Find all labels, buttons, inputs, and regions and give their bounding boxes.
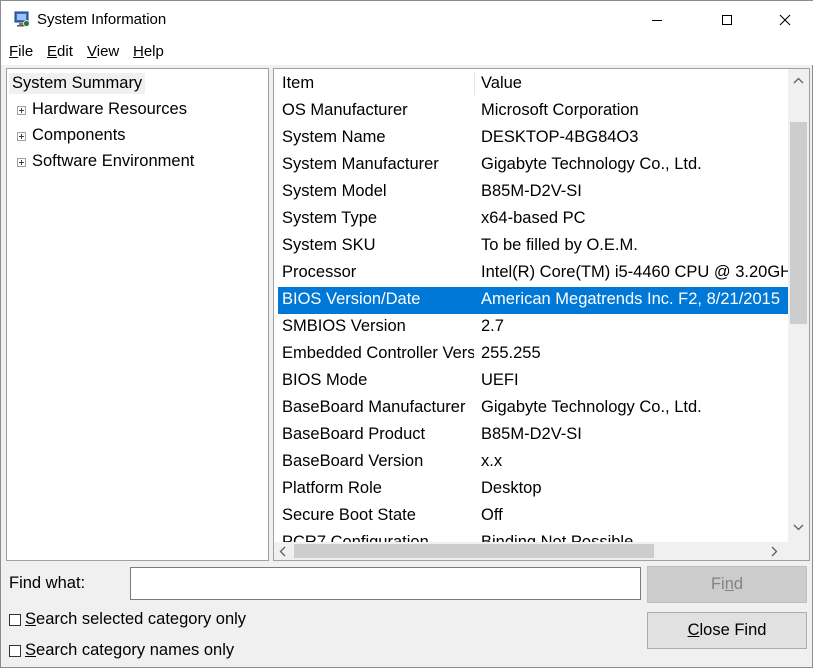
search-category-names-checkbox[interactable] xyxy=(9,644,21,657)
scrollbar-corner xyxy=(788,542,809,560)
scroll-down-icon[interactable] xyxy=(793,524,804,531)
menu-view[interactable]: View xyxy=(87,43,119,60)
table-row[interactable]: System Manufacturer Gigabyte Technology C… xyxy=(278,152,788,179)
table-row[interactable]: BIOS Mode UEFI xyxy=(278,368,788,395)
table-row[interactable]: Secure Boot State Off xyxy=(278,503,788,530)
system-information-icon xyxy=(14,11,30,27)
title-bar[interactable]: System Information xyxy=(1,1,814,39)
expand-icon[interactable] xyxy=(17,158,26,167)
maximize-button[interactable] xyxy=(704,1,750,39)
list-rows: OS Manufacturer Microsoft Corporation Sys… xyxy=(274,98,788,542)
expand-icon[interactable] xyxy=(17,106,26,115)
table-row[interactable]: System Model B85M-D2V-SI xyxy=(278,179,788,206)
table-row[interactable]: OS Manufacturer Microsoft Corporation xyxy=(278,98,788,125)
find-button[interactable]: Fi n d xyxy=(647,566,807,603)
close-button[interactable] xyxy=(762,1,808,39)
list-header: Item Value xyxy=(274,69,788,98)
menu-help[interactable]: Help xyxy=(133,43,164,60)
tree-item-software-environment[interactable]: Software Environment xyxy=(32,152,194,171)
system-information-window: System Information File Edit View Help S… xyxy=(0,0,814,668)
maximize-icon xyxy=(722,15,732,25)
table-row[interactable]: System Type x64-based PC xyxy=(278,206,788,233)
menu-file[interactable]: File xyxy=(9,43,33,60)
minimize-icon xyxy=(652,20,662,21)
search-selected-category-checkbox[interactable] xyxy=(9,613,21,626)
close-icon xyxy=(779,14,791,26)
details-list[interactable]: Item Value OS Manufacturer Microsoft Corp… xyxy=(273,68,810,561)
scroll-up-icon[interactable] xyxy=(793,77,804,84)
table-row[interactable]: BaseBoard Version x.x xyxy=(278,449,788,476)
table-row[interactable]: System SKU To be filled by O.E.M. xyxy=(278,233,788,260)
horizontal-scroll-thumb[interactable] xyxy=(294,544,654,558)
table-row-selected[interactable]: BIOS Version/Date American Megatrends Inc… xyxy=(278,287,788,314)
expand-icon[interactable] xyxy=(17,132,26,141)
scroll-left-icon[interactable] xyxy=(279,546,286,557)
menu-bar: File Edit View Help xyxy=(1,39,814,65)
column-header-item[interactable]: Item xyxy=(282,74,314,93)
scroll-right-icon[interactable] xyxy=(771,546,778,557)
find-what-label: Find what: xyxy=(9,574,86,592)
column-header-value[interactable]: Value xyxy=(481,74,522,93)
vertical-scrollbar[interactable] xyxy=(788,69,809,542)
category-tree[interactable]: System Summary Hardware Resources Compon… xyxy=(6,68,269,561)
tree-item-components[interactable]: Components xyxy=(32,126,126,145)
table-row[interactable]: BaseBoard Manufacturer Gigabyte Technolog… xyxy=(278,395,788,422)
window-title: System Information xyxy=(37,11,167,28)
menu-edit[interactable]: Edit xyxy=(47,43,73,60)
table-row[interactable]: System Name DESKTOP-4BG84O3 xyxy=(278,125,788,152)
vertical-scroll-thumb[interactable] xyxy=(790,122,807,324)
close-find-button[interactable]: Close Find xyxy=(647,612,807,649)
table-row[interactable]: PCR7 Configuration Binding Not Possible xyxy=(278,530,788,542)
table-row[interactable]: Processor Intel(R) Core(TM) i5-4460 CPU @… xyxy=(278,260,788,287)
table-row[interactable]: Platform Role Desktop xyxy=(278,476,788,503)
table-row[interactable]: BaseBoard Product B85M-D2V-SI xyxy=(278,422,788,449)
search-category-names-option[interactable]: Search category names only xyxy=(9,641,234,660)
table-row[interactable]: SMBIOS Version 2.7 xyxy=(278,314,788,341)
tree-item-hardware-resources[interactable]: Hardware Resources xyxy=(32,100,187,119)
column-divider[interactable] xyxy=(474,72,475,95)
horizontal-scrollbar[interactable] xyxy=(274,542,788,560)
tree-item-system-summary[interactable]: System Summary xyxy=(9,73,146,94)
table-row[interactable]: Embedded Controller Version255.255 xyxy=(278,341,788,368)
search-selected-category-option[interactable]: Search selected category only xyxy=(9,610,246,629)
find-what-input[interactable] xyxy=(130,567,641,600)
minimize-button[interactable] xyxy=(634,1,680,39)
